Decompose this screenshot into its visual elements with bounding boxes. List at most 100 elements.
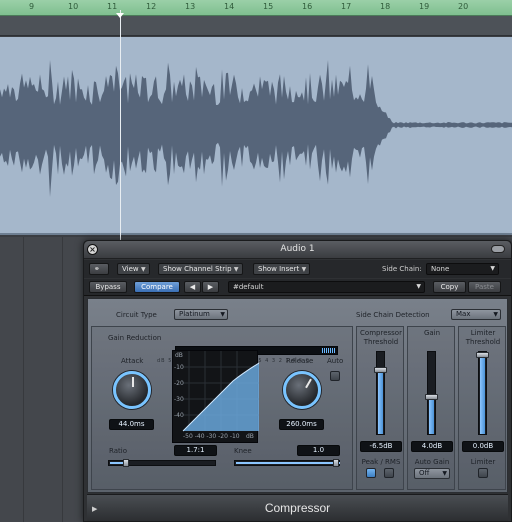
playhead-marker-icon[interactable] xyxy=(116,13,124,18)
peak-rms-label: Peak / RMS xyxy=(361,458,401,466)
chevron-down-icon: ▼ xyxy=(220,311,225,318)
ruler-mark: 14 xyxy=(224,2,235,11)
compression-curve-display: dB -10 -20 -30 -40 -50 -40 -30 -20 -10 d… xyxy=(172,350,259,443)
limiter-threshold-value[interactable]: 0.0dB xyxy=(462,441,504,452)
limiter-threshold-label-1: Limiter xyxy=(470,329,496,337)
auto-release-checkbox[interactable] xyxy=(330,371,340,381)
graph-y-tick: -20 xyxy=(174,380,184,387)
ruler-mark: 16 xyxy=(302,2,313,11)
ratio-label: Ratio xyxy=(109,447,127,455)
preset-name: #default xyxy=(233,283,264,291)
side-chain-value: None xyxy=(431,265,450,273)
chevron-down-icon: ▼ xyxy=(493,311,498,318)
auto-gain-label: Auto Gain xyxy=(414,458,450,466)
ruler-mark: 15 xyxy=(263,2,274,11)
rms-button[interactable] xyxy=(384,468,394,478)
chevron-down-icon: ▼ xyxy=(490,265,495,272)
gain-value[interactable]: 4.0dB xyxy=(411,441,453,452)
compare-button[interactable]: Compare xyxy=(134,281,180,293)
side-chain-select[interactable]: None ▼ xyxy=(426,263,499,275)
previous-preset-button[interactable]: ◀ xyxy=(184,281,201,293)
waveform xyxy=(0,60,512,197)
attack-knob[interactable] xyxy=(113,371,151,409)
plugin-name: Compressor xyxy=(264,501,331,515)
ratio-value[interactable]: 1.7:1 xyxy=(174,445,217,456)
show-channel-strip-label: Show Channel Strip xyxy=(163,265,232,273)
ruler-mark: 17 xyxy=(341,2,352,11)
knee-value[interactable]: 1.0 xyxy=(297,445,340,456)
plugin-titlebar[interactable]: × Audio 1 xyxy=(84,241,511,259)
bypass-button[interactable]: Bypass xyxy=(89,281,127,293)
preset-menu[interactable]: #default ▼ xyxy=(228,281,425,293)
graph-y-tick: -40 xyxy=(174,412,184,419)
logic-arrange-screen: 9 10 11 12 13 14 15 16 17 18 19 20 × Aud… xyxy=(0,0,512,522)
show-insert-menu[interactable]: Show Insert ▼ xyxy=(253,263,311,275)
circuit-type-value: Platinum xyxy=(179,310,210,318)
limiter-threshold-slider[interactable] xyxy=(476,351,489,435)
chevron-down-icon: ▼ xyxy=(416,283,421,290)
circuit-type-select[interactable]: Platinum ▼ xyxy=(174,309,228,320)
chevron-down-icon: ▼ xyxy=(141,266,146,273)
circuit-type-label: Circuit Type xyxy=(116,311,157,319)
audio-region[interactable] xyxy=(0,37,512,235)
ratio-slider[interactable] xyxy=(108,459,216,467)
side-chain-detection-select[interactable]: Max ▼ xyxy=(451,309,501,320)
window-toggle-button[interactable] xyxy=(491,245,505,253)
attack-label: Attack xyxy=(121,357,144,365)
window-title: Audio 1 xyxy=(280,244,315,254)
release-value[interactable]: 260.0ms xyxy=(279,419,324,430)
link-button[interactable]: ⚭ xyxy=(89,263,109,275)
plugin-header-row-1: ⚭ View ▼ Show Channel Strip ▼ Show Inser… xyxy=(84,260,511,278)
ruler-mark: 20 xyxy=(458,2,469,11)
compressor-plugin-window: × Audio 1 ⚭ View ▼ Show Channel Strip ▼ … xyxy=(83,240,512,522)
ruler-mark: 13 xyxy=(185,2,196,11)
compressor-threshold-panel: Compressor Threshold -6.5dB Peak / RMS xyxy=(356,326,404,490)
arrow-right-icon: ▶ xyxy=(207,283,214,291)
paste-button[interactable]: Paste xyxy=(468,281,501,293)
auto-label: Auto xyxy=(327,357,344,365)
plugin-header-row-2: Bypass Compare ◀ ▶ #default ▼ Copy Paste xyxy=(84,279,511,296)
chevron-down-icon: ▼ xyxy=(301,266,307,273)
view-menu[interactable]: View ▼ xyxy=(117,263,150,275)
knee-label: Knee xyxy=(234,447,252,455)
show-insert-label: Show Insert xyxy=(258,265,300,273)
ruler-mark: 9 xyxy=(29,2,35,11)
chevron-down-icon: ▼ xyxy=(442,470,447,477)
show-channel-strip-menu[interactable]: Show Channel Strip ▼ xyxy=(158,263,243,275)
side-chain-detection-value: Max xyxy=(456,310,471,318)
limiter-label: Limiter xyxy=(470,458,496,466)
graph-x-ticks: -50 -40 -30 -20 -10 xyxy=(183,433,240,440)
graph-y-tick: -10 xyxy=(174,364,184,371)
knee-slider[interactable] xyxy=(234,459,340,467)
graph-x-unit: dB xyxy=(246,433,254,440)
gain-reduction-label: Gain Reduction xyxy=(108,334,162,342)
compressor-threshold-label-1: Compressor xyxy=(360,329,402,337)
release-knob[interactable] xyxy=(283,371,321,409)
ruler-mark: 18 xyxy=(380,2,391,11)
link-icon: ⚭ xyxy=(94,265,100,273)
bar-ruler[interactable]: 9 10 11 12 13 14 15 16 17 18 19 20 xyxy=(0,0,512,16)
gain-panel: Gain 4.0dB Auto Gain Off ▼ xyxy=(407,326,455,490)
auto-gain-select[interactable]: Off ▼ xyxy=(414,468,450,479)
limiter-checkbox[interactable] xyxy=(478,468,488,478)
ruler-mark: 12 xyxy=(146,2,157,11)
ruler-mark: 19 xyxy=(419,2,430,11)
arrow-left-icon: ◀ xyxy=(189,283,196,291)
peak-button[interactable] xyxy=(366,468,376,478)
compressor-threshold-value[interactable]: -6.5dB xyxy=(360,441,402,452)
ruler-mark: 10 xyxy=(68,2,79,11)
graph-db-label: dB xyxy=(175,352,183,359)
limiter-threshold-label-2: Threshold xyxy=(465,338,501,346)
compressor-threshold-label-2: Threshold xyxy=(363,338,399,346)
track-strip xyxy=(0,16,512,36)
graph-y-tick: -30 xyxy=(174,396,184,403)
gain-label: Gain xyxy=(423,329,441,337)
gain-slider[interactable] xyxy=(425,351,438,435)
copy-button[interactable]: Copy xyxy=(433,281,466,293)
attack-value[interactable]: 44.0ms xyxy=(109,419,154,430)
grid-line xyxy=(62,237,63,522)
compressor-threshold-slider[interactable] xyxy=(374,351,387,435)
release-label: Release xyxy=(286,357,314,365)
next-preset-button[interactable]: ▶ xyxy=(202,281,219,293)
ruler-mark: 11 xyxy=(107,2,118,11)
